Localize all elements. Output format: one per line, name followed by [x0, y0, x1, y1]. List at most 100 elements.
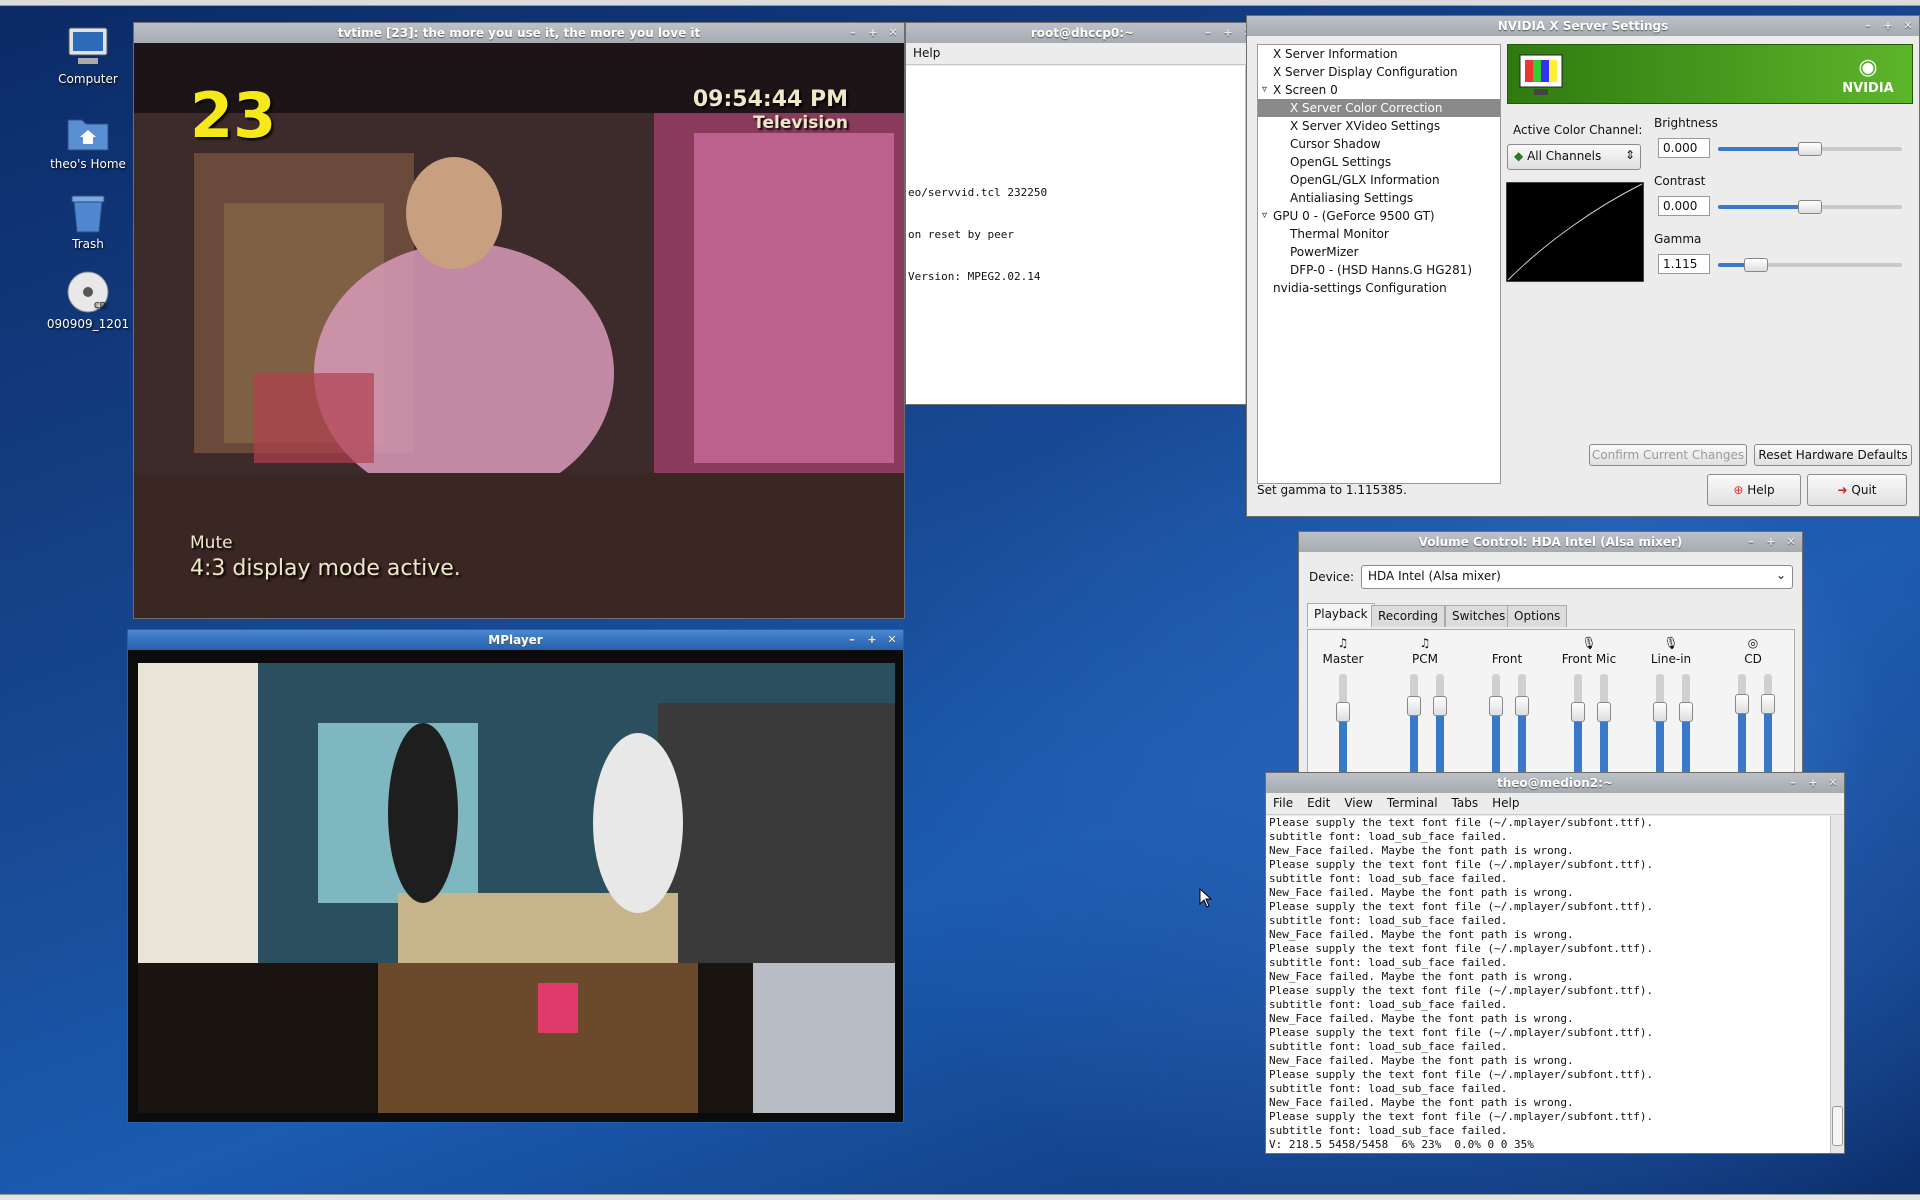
- tree-item[interactable]: ▿ GPU 0 - (GeForce 9500 GT): [1258, 207, 1500, 225]
- tv-video[interactable]: 23 09:54:44 PM Television Mute 4:3 displ…: [134, 43, 904, 618]
- expander-icon[interactable]: ▿: [1262, 81, 1267, 99]
- close-button[interactable]: ✕: [1784, 535, 1798, 549]
- desktop-icon-trash[interactable]: Trash: [43, 190, 133, 251]
- tree-item[interactable]: Thermal Monitor: [1258, 225, 1500, 243]
- tree-item[interactable]: PowerMizer: [1258, 243, 1500, 261]
- help-button[interactable]: ⊕ Help: [1707, 474, 1801, 506]
- maximize-button[interactable]: +: [1221, 26, 1235, 40]
- expander-icon[interactable]: ▿: [1262, 207, 1267, 225]
- close-button[interactable]: ✕: [1826, 776, 1840, 790]
- mplayer-video[interactable]: [138, 663, 895, 1113]
- settings-tree[interactable]: X Server Information X Server Display Con…: [1257, 44, 1501, 484]
- menu-view[interactable]: View: [1337, 793, 1379, 813]
- volume-slider[interactable]: [1597, 674, 1611, 774]
- tree-item[interactable]: X Server Color Correction: [1258, 99, 1500, 117]
- reset-defaults-button[interactable]: Reset Hardware Defaults: [1754, 444, 1912, 466]
- device-select[interactable]: HDA Intel (Alsa mixer) ⌄: [1361, 565, 1793, 589]
- desktop-icon-cd[interactable]: CD 090909_1201: [43, 270, 133, 331]
- confirm-changes-button[interactable]: Confirm Current Changes: [1589, 444, 1747, 466]
- maximize-button[interactable]: +: [1764, 535, 1778, 549]
- tree-item[interactable]: X Server XVideo Settings: [1258, 117, 1500, 135]
- tab-recording[interactable]: Recording: [1371, 605, 1446, 627]
- tree-item[interactable]: X Server Display Configuration: [1258, 63, 1500, 81]
- contrast-value[interactable]: 0.000: [1658, 196, 1710, 216]
- menu-file[interactable]: File: [1266, 793, 1300, 813]
- channel-master: ♫ Master: [1308, 630, 1378, 774]
- volume-slider[interactable]: [1336, 674, 1350, 774]
- desktop-icon-label: Trash: [72, 237, 104, 251]
- close-button[interactable]: ✕: [1901, 19, 1915, 33]
- maximize-button[interactable]: +: [866, 26, 880, 40]
- channel-select[interactable]: ◆ All Channels ⇕: [1507, 144, 1641, 170]
- source-label: Television: [753, 113, 848, 133]
- maximize-button[interactable]: +: [1881, 19, 1895, 33]
- volume-slider[interactable]: [1653, 674, 1667, 774]
- minimize-button[interactable]: –: [845, 633, 859, 647]
- tree-item[interactable]: DFP-0 - (HSD Hanns.G HG281): [1258, 261, 1500, 279]
- quit-button-label: Quit: [1851, 483, 1877, 497]
- menu-edit[interactable]: Edit: [1300, 793, 1337, 813]
- title-bar: theo@medion2:~ – + ✕: [1266, 773, 1844, 793]
- volume-slider[interactable]: [1735, 674, 1749, 774]
- scrollbar[interactable]: [1830, 816, 1844, 1153]
- terminal-line: Version: MPEG2.02.14: [908, 270, 1041, 283]
- window-title: NVIDIA X Server Settings: [1497, 19, 1669, 33]
- channel-front: Front: [1472, 630, 1542, 774]
- close-button[interactable]: ✕: [885, 633, 899, 647]
- terminal-line: New_Face failed. Maybe the font path is …: [1269, 844, 1574, 857]
- terminal-line: eo/servvid.tcl 232250: [908, 186, 1048, 199]
- minimize-button[interactable]: –: [1786, 776, 1800, 790]
- brightness-value[interactable]: 0.000: [1658, 138, 1710, 158]
- quit-button[interactable]: ➜ Quit: [1807, 474, 1907, 506]
- terminal-output[interactable]: eo/servvid.tcl 232250 on reset by peer V…: [906, 66, 1245, 404]
- tree-item[interactable]: Antialiasing Settings: [1258, 189, 1500, 207]
- terminal-line: subtitle font: load_sub_face failed.: [1269, 914, 1508, 927]
- channel-icon: ♫: [1337, 636, 1349, 650]
- desktop-icon-label: 090909_1201: [46, 317, 130, 331]
- volume-slider[interactable]: [1679, 674, 1693, 774]
- contrast-slider[interactable]: [1718, 200, 1902, 214]
- menu-help[interactable]: Help: [1485, 793, 1526, 813]
- tree-item[interactable]: ▿ X Screen 0: [1258, 81, 1500, 99]
- device-label: Device:: [1309, 570, 1355, 584]
- window-title: theo@medion2:~: [1497, 776, 1613, 790]
- volume-slider[interactable]: [1489, 674, 1503, 774]
- volume-slider[interactable]: [1761, 674, 1775, 774]
- tree-item[interactable]: nvidia-settings Configuration: [1258, 279, 1500, 297]
- tab-switches[interactable]: Switches: [1445, 605, 1513, 627]
- tree-item[interactable]: OpenGL/GLX Information: [1258, 171, 1500, 189]
- volume-slider[interactable]: [1407, 674, 1421, 774]
- nvidia-logo: ◉ NVIDIA: [1838, 55, 1898, 96]
- close-button[interactable]: ✕: [886, 26, 900, 40]
- terminal-line: Please supply the text font file (~/.mpl…: [1269, 858, 1654, 871]
- gamma-value[interactable]: 1.115: [1658, 254, 1710, 274]
- maximize-button[interactable]: +: [865, 633, 879, 647]
- menu-help[interactable]: Help: [906, 43, 947, 63]
- tree-item[interactable]: Cursor Shadow: [1258, 135, 1500, 153]
- volume-slider[interactable]: [1571, 674, 1585, 774]
- menu-tabs[interactable]: Tabs: [1445, 793, 1486, 813]
- minimize-button[interactable]: –: [1744, 535, 1758, 549]
- terminal-line: New_Face failed. Maybe the font path is …: [1269, 928, 1574, 941]
- tab-playback[interactable]: Playback: [1307, 603, 1375, 627]
- gamma-slider[interactable]: [1718, 258, 1902, 272]
- tab-options[interactable]: Options: [1507, 605, 1568, 627]
- terminal-output[interactable]: Please supply the text font file (~/.mpl…: [1266, 816, 1830, 1153]
- volume-slider[interactable]: [1515, 674, 1529, 774]
- desktop-icon-home[interactable]: theo's Home: [43, 110, 133, 171]
- maximize-button[interactable]: +: [1806, 776, 1820, 790]
- tree-item[interactable]: OpenGL Settings: [1258, 153, 1500, 171]
- gamma-label: Gamma: [1654, 232, 1702, 246]
- minimize-button[interactable]: –: [846, 26, 860, 40]
- menu-terminal[interactable]: Terminal: [1380, 793, 1445, 813]
- volume-slider[interactable]: [1433, 674, 1447, 774]
- terminal-line: New_Face failed. Maybe the font path is …: [1269, 1012, 1574, 1025]
- brightness-slider[interactable]: [1718, 142, 1902, 156]
- channel-select-value: All Channels: [1527, 149, 1602, 163]
- terminal-line: subtitle font: load_sub_face failed.: [1269, 956, 1508, 969]
- title-bar: MPlayer – + ✕: [128, 630, 903, 650]
- minimize-button[interactable]: –: [1201, 26, 1215, 40]
- tree-item[interactable]: X Server Information: [1258, 45, 1500, 63]
- minimize-button[interactable]: –: [1861, 19, 1875, 33]
- desktop-icon-computer[interactable]: Computer: [43, 25, 133, 86]
